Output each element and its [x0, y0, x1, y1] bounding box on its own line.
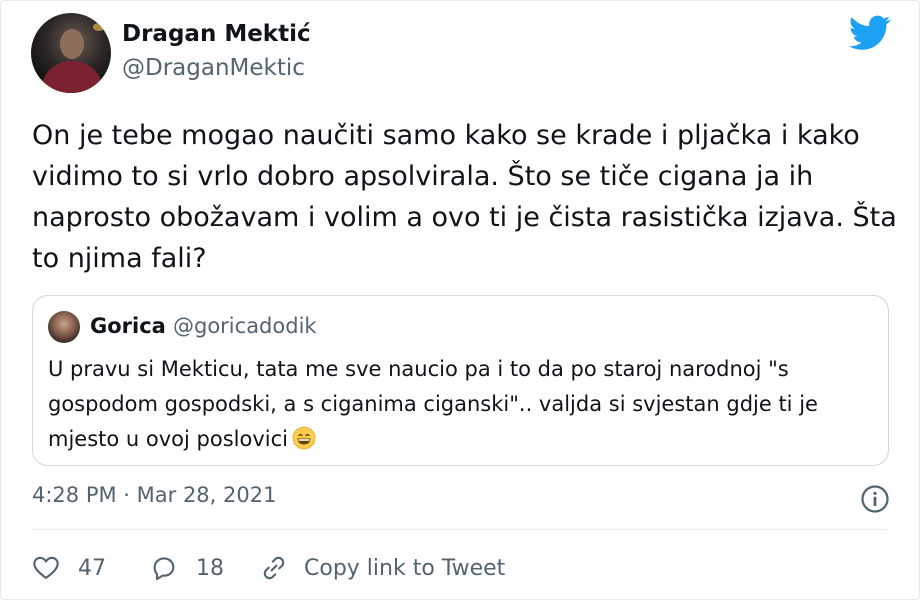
quoted-tweet-text: U pravu si Mekticu, tata me sve naucio p…	[48, 357, 818, 451]
info-icon[interactable]	[860, 484, 890, 514]
avatar-face	[60, 29, 84, 59]
tweet-timestamp[interactable]: 4:28 PM · Mar 28, 2021	[32, 483, 276, 507]
quoted-author-handle: @goricadodik	[173, 314, 317, 338]
reply-bubble-icon	[153, 557, 175, 581]
quoted-author-avatar	[48, 311, 80, 343]
author-avatar[interactable]	[31, 13, 111, 93]
author-handle[interactable]: @DraganMektic	[122, 55, 305, 81]
link-icon	[263, 556, 285, 580]
heart-icon	[33, 556, 59, 579]
avatar-shirt	[41, 61, 103, 93]
tweet-actions: 47 18 Copy link to Tweet	[32, 548, 505, 588]
twitter-bird-icon[interactable]	[849, 15, 891, 51]
quoted-author-display-name: Gorica	[90, 314, 166, 338]
copy-link-button[interactable]: Copy link to Tweet	[260, 554, 505, 582]
quoted-tweet[interactable]: Gorica @goricadodik U pravu si Mekticu, …	[32, 295, 889, 466]
reply-button[interactable]: 18	[150, 554, 224, 582]
tweet-text: On je tebe mogao naučiti samo kako se kr…	[32, 120, 897, 274]
tweet-card: Dragan Mektić @DraganMektic On je tebe m…	[0, 0, 920, 600]
author-display-name[interactable]: Dragan Mektić	[122, 21, 311, 47]
quoted-tweet-text-block: U pravu si Mekticu, tata me sve naucio p…	[48, 352, 878, 457]
copy-link-label: Copy link to Tweet	[304, 555, 506, 581]
grinning-face-emoji	[292, 426, 316, 450]
avatar-background-light	[93, 23, 105, 31]
reply-count: 18	[196, 555, 224, 581]
like-button[interactable]: 47	[32, 554, 106, 582]
like-count: 47	[78, 555, 106, 581]
action-divider	[32, 529, 889, 530]
